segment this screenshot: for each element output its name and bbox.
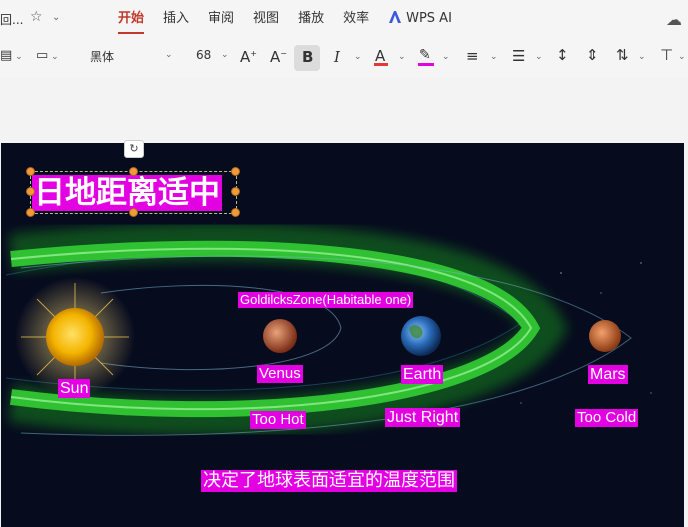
cloud-sync-icon[interactable]: ☁	[666, 10, 682, 29]
resize-handle[interactable]	[129, 167, 138, 176]
earth-label[interactable]: Earth	[401, 365, 444, 384]
tab-play[interactable]: 播放	[298, 0, 324, 38]
chevron-down-icon[interactable]: ⌄	[678, 52, 686, 62]
chevron-down-icon[interactable]: ⌄	[165, 50, 173, 60]
chevron-down-icon[interactable]: ⌄	[490, 52, 498, 62]
highlight-swatch	[418, 63, 434, 66]
chevron-down-icon[interactable]: ⌄	[638, 52, 646, 62]
chevron-down-icon[interactable]: ⌄	[442, 52, 450, 62]
resize-handle[interactable]	[231, 167, 240, 176]
resize-handle[interactable]	[26, 167, 35, 176]
star-icon[interactable]: ☆	[30, 9, 43, 25]
formatting-toolbar: ▤ ⌄ ▭ ⌄ 黑体 ⌄ 68 ⌄ A+ A−	[0, 38, 688, 79]
mars-label[interactable]: Mars	[588, 365, 628, 384]
venus-label[interactable]: Venus	[257, 365, 303, 383]
chevron-down-icon[interactable]: ⌄	[221, 50, 229, 60]
tab-home[interactable]: 开始	[118, 0, 145, 38]
chevron-down-icon[interactable]: ⌄	[398, 52, 406, 62]
line-spacing-icon[interactable]: ↕	[556, 46, 569, 64]
paragraph-spacing-icon[interactable]: ⇕	[586, 46, 599, 64]
tab-wps-ai-label: WPS AI	[406, 11, 452, 26]
textbox-icon[interactable]: ▭ ⌄	[36, 48, 59, 63]
top-menu-bar: 回... ☆ ⌄ 开始 插入 审阅 视图 播放 效率 WPS AI ☁	[0, 0, 688, 38]
bold-button[interactable]: B	[302, 48, 313, 66]
chevron-down-icon[interactable]: ⌄	[52, 12, 60, 23]
too-cold-label[interactable]: Too Cold	[575, 409, 639, 427]
font-color-swatch	[374, 63, 388, 66]
decrease-font-icon[interactable]: A−	[270, 48, 287, 66]
wps-ai-icon	[389, 11, 402, 23]
italic-button[interactable]: I	[334, 48, 340, 66]
highlight-icon[interactable]: ✎	[419, 47, 431, 63]
resize-handle[interactable]	[231, 208, 240, 217]
rotate-icon[interactable]: ↻	[124, 140, 144, 158]
resize-handle[interactable]	[26, 208, 35, 217]
caption-text[interactable]: 决定了地球表面适宜的温度范围	[201, 470, 457, 492]
font-size-select[interactable]: 68	[196, 48, 211, 62]
font-name-select[interactable]: 黑体	[90, 48, 114, 65]
chevron-down-icon[interactable]: ⌄	[535, 52, 543, 62]
just-right-label[interactable]: Just Right	[385, 408, 461, 427]
tab-efficiency[interactable]: 效率	[343, 0, 369, 38]
spacing-options-icon[interactable]: ⇅	[616, 46, 629, 64]
bullet-list-icon[interactable]: ☰	[512, 47, 525, 65]
tab-wps-ai[interactable]: WPS AI	[388, 0, 452, 38]
resize-handle[interactable]	[129, 208, 138, 217]
increase-font-icon[interactable]: A+	[240, 48, 257, 66]
align-top-icon[interactable]: ⊤	[660, 46, 673, 64]
resize-handle[interactable]	[231, 187, 240, 196]
file-name-fragment[interactable]: 回...	[0, 11, 23, 28]
tab-review[interactable]: 审阅	[208, 0, 234, 38]
layout-icon[interactable]: ▤ ⌄	[0, 48, 23, 63]
tab-insert[interactable]: 插入	[163, 0, 189, 38]
align-left-icon[interactable]: ≡	[466, 47, 479, 65]
sun-label[interactable]: Sun	[58, 379, 91, 398]
goldilocks-zone-label[interactable]: GoldilcksZone(Habitable one)	[238, 292, 414, 308]
resize-handle[interactable]	[26, 187, 35, 196]
ribbon-tabs: 开始 插入 审阅 视图 播放 效率 WPS AI	[118, 0, 471, 38]
tab-view[interactable]: 视图	[253, 0, 279, 38]
too-hot-label[interactable]: Too Hot	[250, 411, 306, 429]
chevron-down-icon[interactable]: ⌄	[354, 52, 362, 62]
